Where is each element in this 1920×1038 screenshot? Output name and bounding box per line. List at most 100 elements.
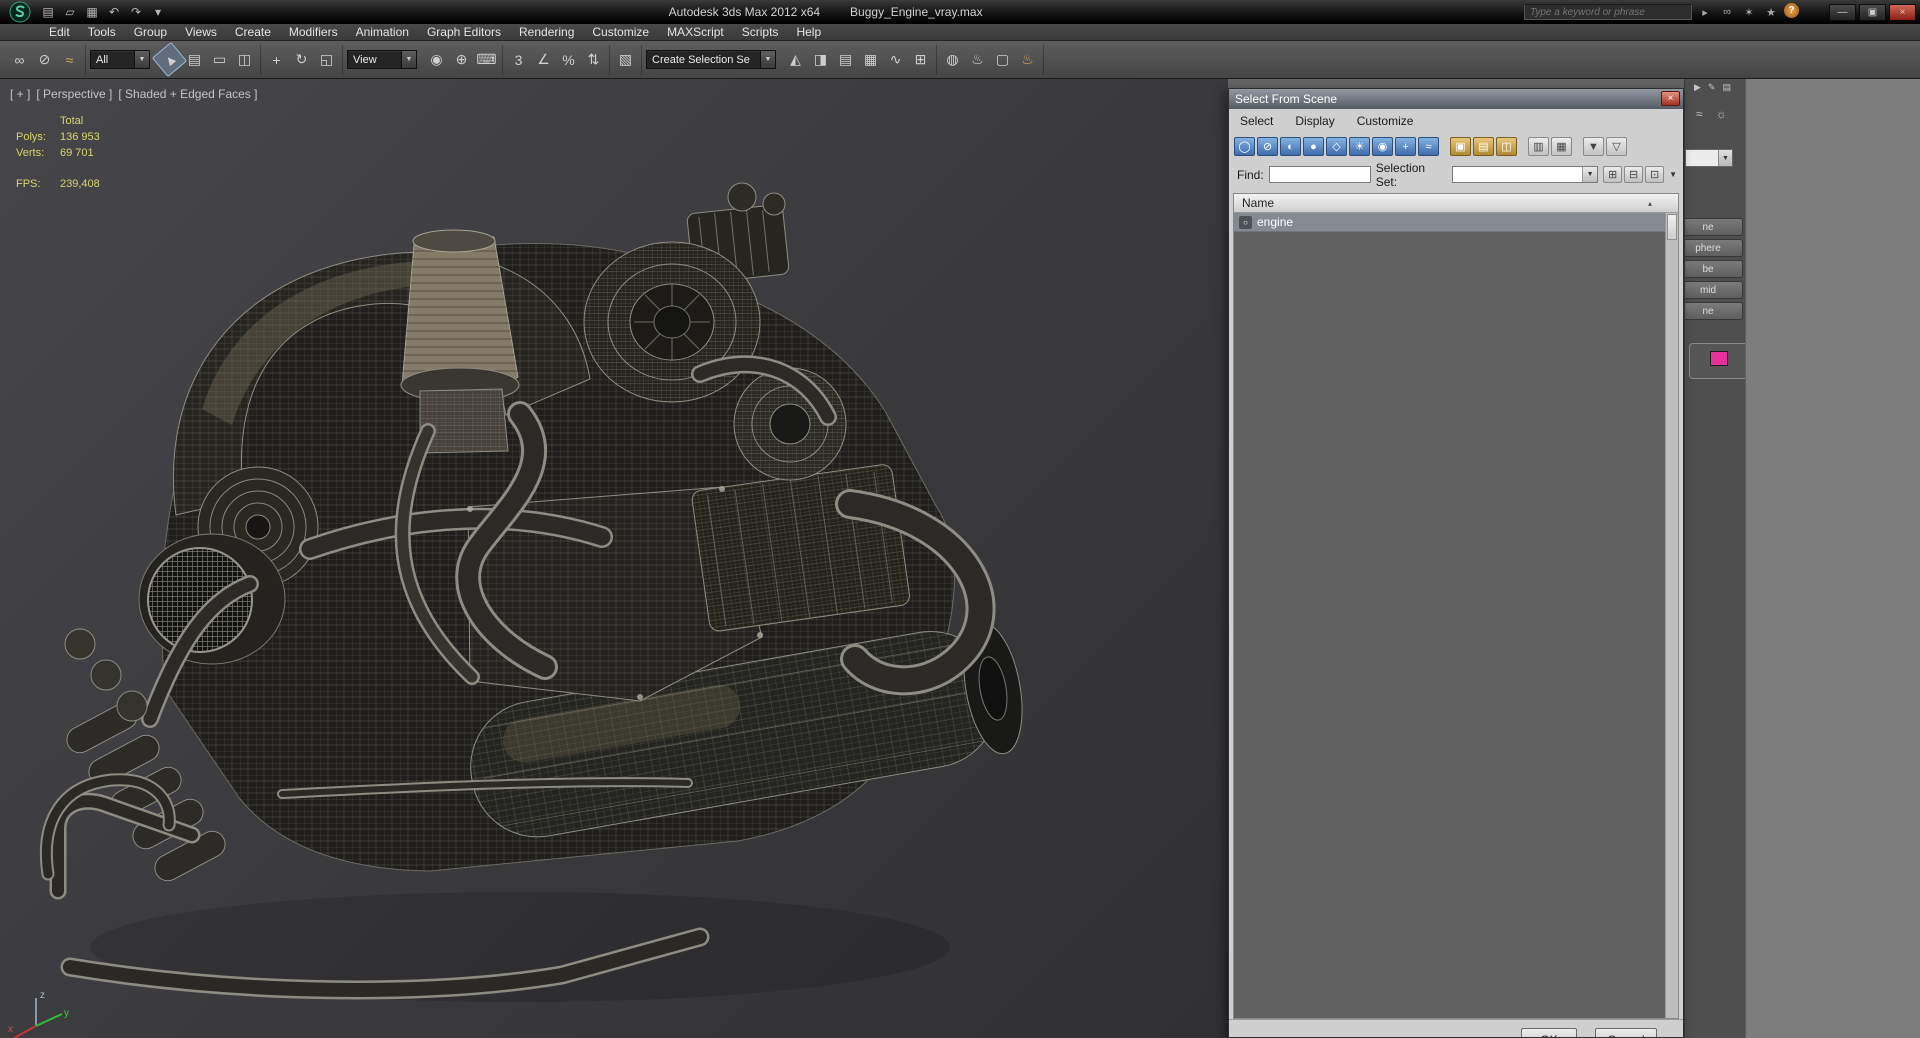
redo-icon[interactable]: ↷: [126, 3, 146, 21]
perspective-viewport[interactable]: [ + ] [ Perspective ] [ Shaded + Edged F…: [0, 79, 1228, 1038]
maximize-button[interactable]: ▣: [1859, 3, 1886, 21]
select-and-move-icon[interactable]: +: [264, 47, 289, 72]
sort-arrow-icon[interactable]: ▴: [1648, 199, 1652, 208]
menu-modifiers[interactable]: Modifiers: [280, 24, 347, 41]
modify-tab-icon[interactable]: ✎: [1708, 82, 1716, 93]
close-button[interactable]: ×: [1889, 3, 1916, 21]
infocenter-search-input[interactable]: [1524, 4, 1692, 20]
menu-tools[interactable]: Tools: [79, 24, 125, 41]
select-and-link-icon[interactable]: ∞: [7, 47, 32, 72]
named-selection-set-dropdown[interactable]: Create Selection Se ▼: [646, 50, 776, 69]
menu-animation[interactable]: Animation: [347, 24, 418, 41]
object-type-button[interactable]: ne: [1685, 218, 1743, 236]
3dsmax-logo-icon[interactable]: [8, 0, 32, 24]
systems-category-icon[interactable]: ☼: [1716, 107, 1727, 121]
choose-columns-icon[interactable]: ▥: [1528, 137, 1549, 156]
menu-group[interactable]: Group: [125, 24, 176, 41]
viewport-pov-label[interactable]: [ Perspective ]: [36, 87, 112, 101]
keyboard-shortcut-override-icon[interactable]: ⌨: [474, 47, 499, 72]
minimize-button[interactable]: —: [1829, 3, 1856, 21]
scene-object-row[interactable]: ○ engine: [1234, 213, 1665, 232]
object-type-button[interactable]: be: [1685, 260, 1743, 278]
configure-advanced-filter-icon[interactable]: ⊞: [1603, 166, 1623, 183]
display-space-warps-icon[interactable]: ≈: [1418, 137, 1439, 156]
engine-3d-model[interactable]: [0, 79, 1228, 1038]
select-and-scale-icon[interactable]: ◱: [314, 47, 339, 72]
list-scrollbar[interactable]: [1665, 213, 1678, 1018]
dialog-titlebar[interactable]: Select From Scene ×: [1229, 89, 1683, 109]
save-file-icon[interactable]: ▦: [82, 3, 102, 21]
rectangular-selection-region-icon[interactable]: ▭: [207, 47, 232, 72]
scrollbar-thumb[interactable]: [1667, 214, 1677, 240]
space-warps-category-icon[interactable]: ≈: [1696, 107, 1703, 121]
object-type-button[interactable]: phere: [1685, 239, 1743, 257]
filter-options-icon[interactable]: ▽: [1606, 137, 1627, 156]
infocenter-toggle-icon[interactable]: ▸: [1696, 3, 1714, 21]
scene-object-list[interactable]: Name ▴ ○ engine: [1233, 193, 1679, 1019]
percent-snap-icon[interactable]: %: [556, 47, 581, 72]
dialog-menu-display[interactable]: Display: [1284, 114, 1345, 128]
schematic-view-icon[interactable]: ⊞: [908, 47, 933, 72]
graphite-ribbon-icon[interactable]: ▦: [858, 47, 883, 72]
chevron-down-icon[interactable]: ▼: [401, 51, 416, 68]
find-options-arrow[interactable]: ▼: [1669, 170, 1677, 179]
find-input[interactable]: [1268, 166, 1371, 183]
new-scene-icon[interactable]: ▤: [38, 3, 58, 21]
menu-help[interactable]: Help: [787, 24, 830, 41]
menu-customize[interactable]: Customize: [583, 24, 658, 41]
select-and-manipulate-icon[interactable]: ⊕: [449, 47, 474, 72]
menu-maxscript[interactable]: MAXScript: [658, 24, 733, 41]
spinner-snap-icon[interactable]: ⇅: [581, 47, 606, 72]
favorites-icon[interactable]: ★: [1762, 3, 1780, 21]
ok-button[interactable]: OK: [1521, 1028, 1577, 1037]
qat-options-icon[interactable]: ▾: [148, 3, 168, 21]
name-column-header[interactable]: Name ▴: [1234, 194, 1678, 213]
menu-create[interactable]: Create: [226, 24, 280, 41]
menu-edit[interactable]: Edit: [40, 24, 79, 41]
selection-filter-dropdown[interactable]: All ▼: [90, 50, 150, 69]
object-type-button[interactable]: ne: [1685, 302, 1743, 320]
rendered-frame-icon[interactable]: ▢: [990, 47, 1015, 72]
window-crossing-icon[interactable]: ◫: [232, 47, 257, 72]
create-tab-icon[interactable]: ▶: [1694, 82, 1701, 93]
edit-named-selection-sets-icon[interactable]: ▧: [613, 47, 638, 72]
reference-coordinate-dropdown[interactable]: View ▼: [347, 50, 417, 69]
help-icon[interactable]: ?: [1784, 3, 1799, 18]
unlink-selection-icon[interactable]: ⊘: [32, 47, 57, 72]
display-invert-icon[interactable]: ◐: [1280, 137, 1301, 156]
dialog-menu-select[interactable]: Select: [1229, 114, 1284, 128]
display-none-icon[interactable]: ⊘: [1257, 137, 1278, 156]
selection-set-dropdown[interactable]: ▼: [1451, 166, 1599, 183]
menu-rendering[interactable]: Rendering: [510, 24, 583, 41]
viewport-shading-label[interactable]: [ Shaded + Edged Faces ]: [118, 87, 257, 101]
display-helpers-icon[interactable]: +: [1395, 137, 1416, 156]
mirror-icon[interactable]: ◭: [783, 47, 808, 72]
display-lights-icon[interactable]: ☀: [1349, 137, 1370, 156]
communication-center-icon[interactable]: ✶: [1740, 3, 1758, 21]
use-pivot-point-icon[interactable]: ◉: [424, 47, 449, 72]
align-icon[interactable]: ◨: [808, 47, 833, 72]
render-production-icon[interactable]: ♨: [1015, 47, 1040, 72]
chevron-down-icon[interactable]: ▼: [760, 51, 775, 68]
menu-views[interactable]: Views: [176, 24, 226, 41]
load-filter-icon[interactable]: ⊡: [1645, 166, 1665, 183]
dialog-close-button[interactable]: ×: [1661, 91, 1680, 106]
save-filter-icon[interactable]: ⊟: [1624, 166, 1644, 183]
lock-cell-editing-icon[interactable]: ▦: [1551, 137, 1572, 156]
search-icon[interactable]: ∞: [1718, 3, 1736, 21]
chevron-down-icon[interactable]: ▼: [1582, 167, 1598, 182]
object-color-swatch[interactable]: [1710, 351, 1728, 366]
dialog-menu-customize[interactable]: Customize: [1346, 114, 1425, 128]
filter-icon[interactable]: ▼: [1583, 137, 1604, 156]
snaps-toggle-icon[interactable]: 3: [506, 47, 531, 72]
object-type-button[interactable]: mid: [1685, 281, 1743, 299]
chevron-down-icon[interactable]: ▼: [1718, 150, 1732, 166]
display-containers-icon[interactable]: ◫: [1496, 137, 1517, 156]
display-geometry-icon[interactable]: ●: [1303, 137, 1324, 156]
layer-manager-icon[interactable]: ▤: [833, 47, 858, 72]
material-editor-icon[interactable]: ◍: [940, 47, 965, 72]
menu-graph-editors[interactable]: Graph Editors: [418, 24, 510, 41]
display-xrefs-icon[interactable]: ▤: [1473, 137, 1494, 156]
render-setup-icon[interactable]: ♨: [965, 47, 990, 72]
display-groups-icon[interactable]: ▣: [1450, 137, 1471, 156]
